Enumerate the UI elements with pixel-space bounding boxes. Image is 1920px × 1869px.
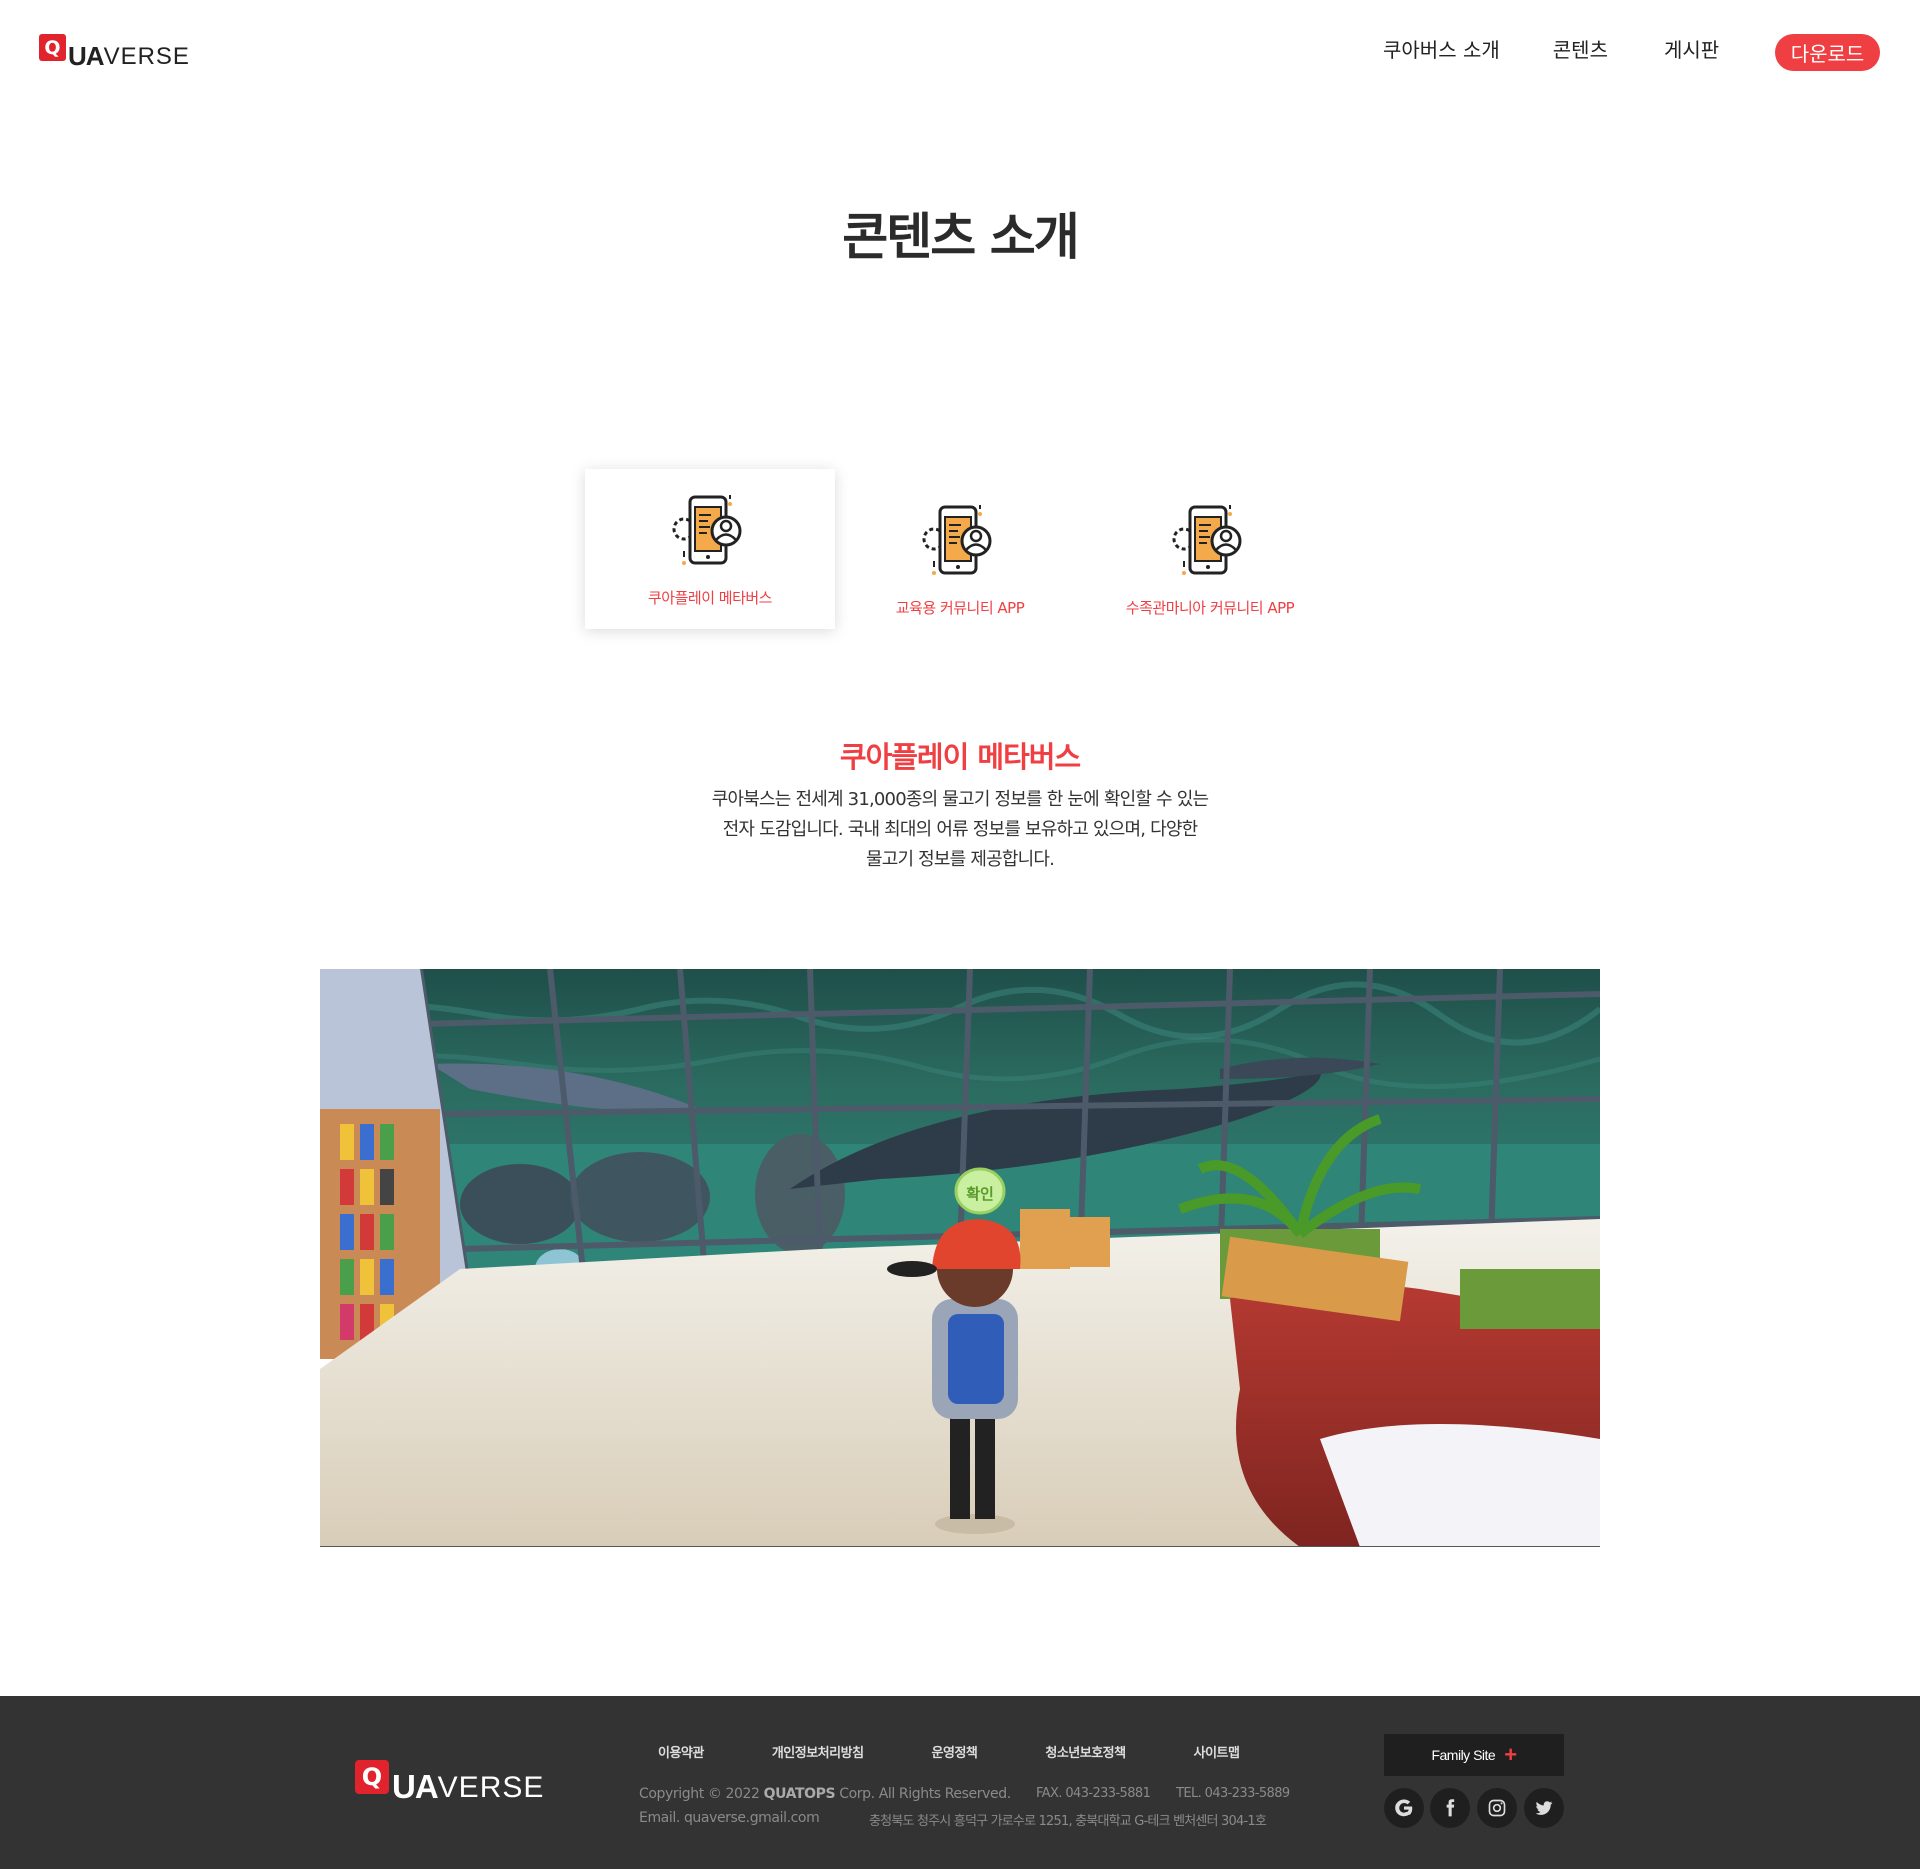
footer-link-sitemap[interactable]: 사이트맵 [1194,1742,1240,1761]
tab-label: 교육용 커뮤니티 APP [895,599,1025,617]
footer-links: 이용약관 개인정보처리방침 운영정책 청소년보호정책 사이트맵 [658,1742,1240,1761]
copyright-prefix: Copyright © 2022 [639,1786,764,1802]
page: Q UA VERSE 쿠아버스 소개 콘텐츠 게시판 다운로드 콘텐츠 소개 쿠… [0,0,1920,1869]
logo-ua: UA [68,41,105,71]
logo-verse: VERSE [437,1771,545,1804]
description-line: 쿠아북스는 전세계 31,000종의 물고기 정보를 한 눈에 확인할 수 있는 [711,789,1209,810]
footer-link-policy[interactable]: 운영정책 [932,1742,978,1761]
download-button[interactable]: 다운로드 [1775,34,1880,71]
metaverse-scene-image: 확인 [320,969,1600,1547]
mobile-app-icon [1170,501,1250,581]
family-site-dropdown[interactable]: Family Site + [1384,1734,1564,1776]
footer: Q UA VERSE 이용약관 개인정보처리방침 운영정책 청소년보호정책 사이… [0,1696,1920,1869]
logo-q-mark: Q [39,34,66,61]
mobile-app-icon [920,501,1000,581]
tab-label: 수족관마니아 커뮤니티 APP [1125,599,1295,617]
plus-icon: + [1504,1742,1517,1767]
tab-aquarium-community[interactable]: 수족관마니아 커뮤니티 APP [1085,469,1335,629]
description-line: 물고기 정보를 제공합니다. [865,849,1055,870]
logo-q-mark: Q [355,1760,389,1794]
footer-link-youth-protection[interactable]: 청소년보호정책 [1045,1742,1126,1761]
contact-email: Email. quaverse.gmail.com [639,1810,820,1826]
main-nav: 쿠아버스 소개 콘텐츠 게시판 [1383,34,1719,63]
copyright-suffix: Corp. All Rights Reserved. [835,1786,1011,1802]
fax-number: FAX. 043-233-5881 [1036,1786,1151,1801]
logo-verse: VERSE [103,43,190,70]
nav-item-contents[interactable]: 콘텐츠 [1553,34,1608,63]
footer-link-privacy[interactable]: 개인정보처리방침 [772,1742,864,1761]
tab-label: 쿠아플레이 메타버스 [648,589,772,607]
instagram-icon[interactable] [1477,1788,1517,1828]
copyright-company: QUATOPS [763,1786,836,1802]
footer-logo[interactable]: Q UA VERSE [355,1760,544,1804]
twitter-icon[interactable] [1524,1788,1564,1828]
logo-ua: UA [392,1768,439,1805]
mobile-app-icon [670,491,750,571]
family-site-label: Family Site [1431,1747,1496,1763]
page-title: 콘텐츠 소개 [842,208,1079,266]
tel-number: TEL. 043-233-5889 [1176,1786,1290,1801]
google-icon[interactable] [1384,1788,1424,1828]
nav-item-about[interactable]: 쿠아버스 소개 [1383,34,1500,63]
section-description: 쿠아북스는 전세계 31,000종의 물고기 정보를 한 눈에 확인할 수 있는… [660,785,1260,875]
copyright: Copyright © 2022 QUATOPS Corp. All Right… [639,1786,1011,1802]
footer-link-terms[interactable]: 이용약관 [658,1742,704,1761]
tab-education-community[interactable]: 교육용 커뮤니티 APP [835,469,1085,629]
description-line: 전자 도감입니다. 국내 최대의 어류 정보를 보유하고 있으며, 다양한 [722,819,1199,840]
scene-sign-text: 확인 [966,1185,994,1203]
header: Q UA VERSE 쿠아버스 소개 콘텐츠 게시판 다운로드 [0,0,1920,104]
company-address: 충청북도 청주시 흥덕구 가로수로 1251, 충북대학교 G-테크 벤처센터 … [869,1814,1267,1829]
header-logo[interactable]: Q UA VERSE [39,34,190,70]
nav-item-board[interactable]: 게시판 [1664,34,1719,63]
tab-quaplay-metaverse[interactable]: 쿠아플레이 메타버스 [585,469,835,629]
section-title: 쿠아플레이 메타버스 [839,740,1081,774]
facebook-icon[interactable] [1430,1788,1470,1828]
